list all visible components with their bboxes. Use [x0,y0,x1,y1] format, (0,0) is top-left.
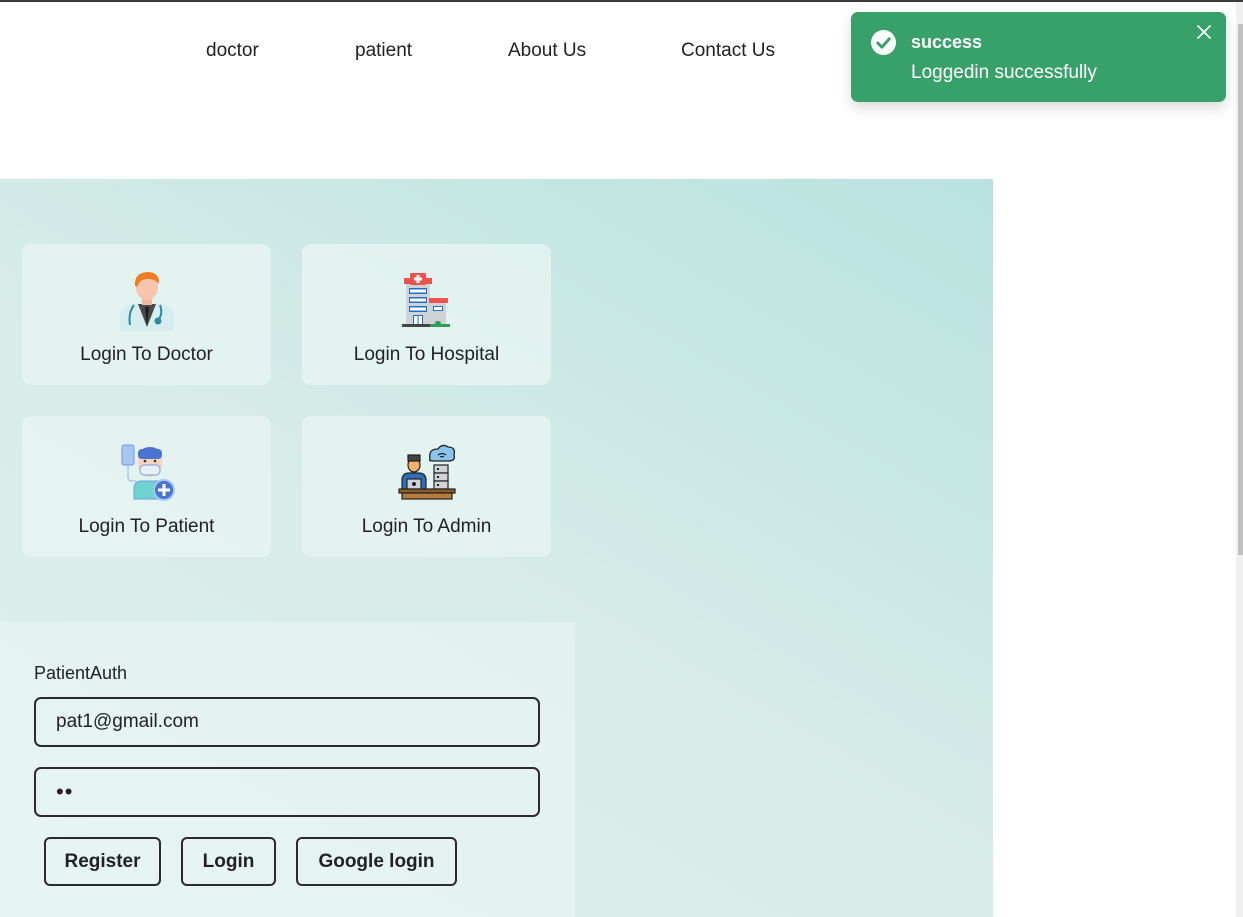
nav-link-doctor[interactable]: doctor [206,40,259,62]
login-admin-card[interactable]: Login To Admin [302,416,551,557]
page-scrollbar[interactable] [1236,2,1243,917]
toast-message: Loggedin successfully [911,62,1097,83]
nav-link-contact-us[interactable]: Contact Us [681,40,775,62]
login-button[interactable]: Login [181,837,276,886]
scrollbar-thumb[interactable] [1238,24,1243,555]
window-top-border [0,0,1243,2]
login-patient-card[interactable]: Login To Patient [22,416,271,557]
nav-link-about-us[interactable]: About Us [508,40,586,62]
doctor-icon [119,272,174,331]
login-admin-label: Login To Admin [361,516,492,537]
login-hospital-card[interactable]: Login To Hospital [302,244,551,385]
login-patient-label: Login To Patient [78,516,215,537]
login-doctor-card[interactable]: Login To Doctor [22,244,271,385]
toast-title: success [911,32,983,52]
password-input[interactable] [34,767,540,817]
patient-icon [121,444,175,501]
close-icon[interactable] [1196,24,1212,40]
google-login-button[interactable]: Google login [296,837,457,886]
login-panel: Login To Doctor Login To Hospital Login … [0,179,993,917]
auth-title: PatientAuth [34,663,128,683]
success-toast: success Loggedin successfully [851,12,1226,102]
nav-link-patient[interactable]: patient [355,40,412,62]
email-input[interactable] [34,697,540,747]
top-nav: doctor patient About Us Contact Us [0,40,1000,68]
login-doctor-label: Login To Doctor [80,344,213,365]
admin-icon [397,444,456,500]
check-circle-icon [871,30,896,55]
login-hospital-label: Login To Hospital [353,344,500,365]
patient-auth-form: PatientAuth Register Login Google login [0,622,575,917]
hospital-icon [401,273,450,327]
register-button[interactable]: Register [44,837,161,886]
